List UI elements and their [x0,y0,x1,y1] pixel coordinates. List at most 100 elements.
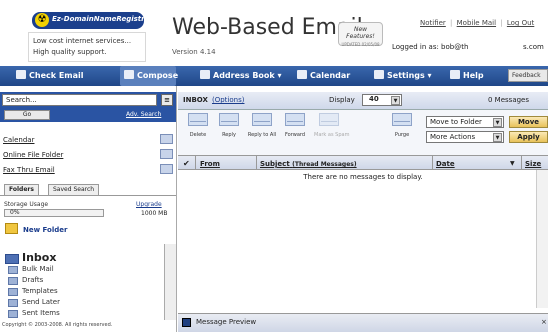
folder-templates[interactable]: Templates [22,287,58,295]
calendar-icon [297,70,307,79]
display-count-select[interactable]: 40 ▼ [362,94,402,106]
message-table-header [178,155,548,170]
select-all-checkmark-icon[interactable]: ✔ [183,159,190,168]
forward-button[interactable]: Forward [280,113,310,138]
bulk-mail-icon [8,266,18,274]
column-date[interactable]: Date [436,160,455,168]
purge-icon [392,113,412,126]
spam-icon [319,113,339,126]
nav-label: Settings ▾ [387,71,432,80]
settings-button[interactable]: Settings ▾ [374,70,432,80]
calendar-link[interactable]: Calendar [3,136,34,144]
search-go-button[interactable]: Go [4,110,50,120]
folder-scrollbar[interactable] [164,244,176,320]
tab-saved-search[interactable]: Saved Search [48,184,100,195]
feedback-button[interactable]: Feedback [508,69,548,82]
display-label: Display [329,96,355,104]
inbox-tray-icon [16,70,26,79]
new-features-badge[interactable]: New Features! UPDATED 02/05/08 [338,22,383,47]
delete-label: Delete [189,132,207,138]
column-size[interactable]: Size [525,160,541,168]
message-list-scrollbar[interactable] [536,170,548,308]
inbox-icon [5,254,19,264]
folder-options-link[interactable]: (Options) [212,96,244,104]
new-folder-link[interactable]: New Folder [23,226,67,234]
domain-label: s.com [523,43,544,51]
nav-label: Calendar [310,71,351,80]
copyright: Copyright © 2003-2008. All rights reserv… [2,322,113,328]
settings-icon [374,70,384,79]
column-divider [432,156,433,169]
close-icon[interactable]: × [541,318,547,326]
link-separator: | [500,19,503,27]
forward-label: Forward [284,132,306,138]
chevron-down-icon: ▼ [391,96,400,105]
more-actions-select[interactable]: More Actions ▼ [426,131,504,143]
reply-all-button[interactable]: Reply to All [247,113,277,138]
preview-toggle-icon[interactable] [182,318,191,327]
calendar-grid-icon[interactable] [160,134,173,144]
chevron-down-icon: ▼ [493,118,502,127]
chevron-down-icon: ▼ [493,133,502,142]
folder-send-later[interactable]: Send Later [22,298,60,306]
mobile-mail-link[interactable]: Mobile Mail [457,19,496,27]
notifier-link[interactable]: Notifier [420,19,446,27]
new-folder-icon[interactable] [5,223,18,234]
compose-button[interactable]: Compose [124,70,178,80]
fax-icon[interactable] [160,164,173,174]
templates-icon [8,288,18,296]
online-file-folder-link[interactable]: Online File Folder [3,151,63,159]
folder-icon[interactable] [160,149,173,159]
address-book-button[interactable]: Address Book ▾ [200,70,282,80]
search-input[interactable]: Search... [2,94,157,106]
logout-link[interactable]: Log Out [507,19,534,27]
radiation-icon: ☢ [35,13,49,27]
column-from[interactable]: From [200,160,220,168]
send-later-icon [8,299,18,307]
move-to-folder-select[interactable]: Move to Folder ▼ [426,116,504,128]
purge-label: Purge [394,132,410,138]
storage-label: Storage Usage [4,201,49,208]
calendar-button[interactable]: Calendar [297,70,350,80]
storage-quota: 1000 MB [141,210,168,217]
storage-percent: 0% [10,209,20,216]
current-folder-label: INBOX [183,96,208,104]
mark-spam-label: Mark as Spam [314,132,350,138]
search-options-icon[interactable]: ≡ [161,94,173,106]
nav-label: Address Book ▾ [213,71,282,80]
more-actions-value: More Actions [430,133,476,141]
logo-text: Ez-DomainNameRegistration [52,15,144,23]
delete-icon [188,113,208,126]
subject-label: Subject [260,160,290,168]
column-divider [256,156,257,169]
move-button[interactable]: Move [509,116,548,128]
app-title: Web-Based Email [172,15,363,40]
folder-inbox[interactable]: Inbox [22,251,56,264]
sort-desc-icon[interactable]: ▼ [510,160,515,167]
upgrade-link[interactable]: Upgrade [136,201,162,208]
tab-folders[interactable]: Folders [4,184,39,195]
display-count-value: 40 [369,95,379,103]
move-to-folder-value: Move to Folder [430,118,482,126]
help-button[interactable]: Help [450,70,484,80]
column-divider [195,156,196,169]
folder-bulk-mail[interactable]: Bulk Mail [22,265,54,273]
reply-button[interactable]: Reply [214,113,244,138]
apply-button[interactable]: Apply [509,131,548,143]
check-email-button[interactable]: Check Email [16,70,84,80]
folder-sent-items[interactable]: Sent Items [22,309,60,317]
mark-spam-button[interactable]: Mark as Spam [314,113,350,138]
brand-logo[interactable]: ☢Ez-DomainNameRegistration [32,12,144,29]
reply-label: Reply [222,132,236,138]
delete-button[interactable]: Delete [183,113,213,138]
nav-label: Compose [137,71,179,80]
tagline-box: Low cost internet services... High quali… [28,32,146,62]
purge-button[interactable]: Purge [387,113,417,138]
fax-thru-email-link[interactable]: Fax Thru Email [3,166,55,174]
advanced-search-link[interactable]: Adv. Search [126,111,161,118]
column-subject[interactable]: Subject (Thread Messages) [260,160,357,168]
new-features-label: New Features! [346,26,375,40]
folder-drafts[interactable]: Drafts [22,276,43,284]
address-book-icon [200,70,210,79]
forward-icon [285,113,305,126]
